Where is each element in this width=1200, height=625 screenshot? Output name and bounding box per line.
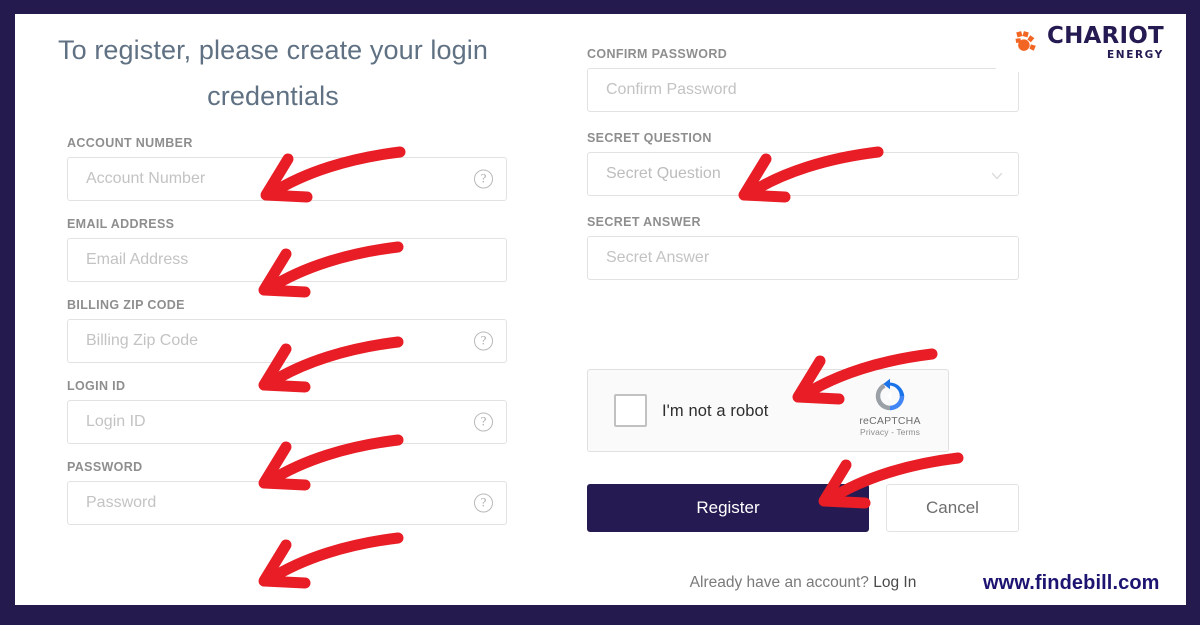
account-number-input-wrap[interactable]: ? [67, 157, 507, 201]
left-form-column: ACCOUNT NUMBER ? EMAIL ADDRESS BILLING Z… [67, 136, 507, 541]
chariot-sun-icon [1015, 31, 1036, 51]
confirm-password-input[interactable] [588, 69, 1018, 111]
help-circle-icon[interactable]: ? [474, 493, 493, 513]
recaptcha-checkbox[interactable] [614, 394, 647, 427]
logo-wordmark: CHARIOT ENERGY [1047, 25, 1164, 61]
recaptcha-brand-text: reCAPTCHA [859, 415, 921, 427]
log-in-link[interactable]: Log In [873, 574, 916, 591]
label-confirm-password: CONFIRM PASSWORD [587, 47, 728, 61]
login-prompt-text: Already have an account? [689, 574, 869, 591]
form-actions: Register Cancel [587, 484, 1019, 532]
recaptcha-terms-text[interactable]: Privacy - Terms [847, 427, 933, 438]
label-billing-zip-code: BILLING ZIP CODE [67, 298, 185, 312]
label-login-id: LOGIN ID [67, 379, 126, 393]
login-id-input-wrap[interactable]: ? [67, 400, 507, 444]
password-input[interactable] [68, 482, 506, 524]
logo-brand-tagline: ENERGY [1107, 49, 1164, 62]
label-email-address: EMAIL ADDRESS [67, 217, 175, 231]
chevron-down-icon[interactable] [991, 170, 1003, 182]
recaptcha-logo-icon [875, 378, 905, 411]
label-account-number: ACCOUNT NUMBER [67, 136, 193, 150]
findebill-watermark: www.findebill.com [983, 572, 1160, 594]
recaptcha-branding: reCAPTCHA Privacy - Terms [847, 378, 933, 438]
email-address-input-wrap[interactable] [67, 238, 507, 282]
label-secret-question: SECRET QUESTION [587, 131, 712, 145]
confirm-password-input-wrap[interactable] [587, 68, 1019, 112]
cancel-button[interactable]: Cancel [886, 484, 1019, 532]
chariot-energy-logo: CHARIOT ENERGY [996, 14, 1172, 72]
secret-question-value[interactable]: Secret Question [588, 153, 1018, 195]
registration-screenshot: To register, please create your login cr… [0, 0, 1200, 625]
field-password: PASSWORD ? [67, 460, 507, 525]
help-circle-icon[interactable]: ? [474, 412, 493, 432]
help-circle-icon[interactable]: ? [474, 169, 493, 189]
secret-answer-input-wrap[interactable] [587, 236, 1019, 280]
field-secret-question: SECRET QUESTION Secret Question [587, 131, 1019, 196]
right-form-column: CONFIRM PASSWORD SECRET QUESTION Secret … [587, 47, 1019, 296]
login-id-input[interactable] [68, 401, 506, 443]
recaptcha-label: I'm not a robot [662, 402, 769, 420]
email-address-input[interactable] [68, 239, 506, 281]
password-input-wrap[interactable]: ? [67, 481, 507, 525]
label-password: PASSWORD [67, 460, 143, 474]
secret-question-select[interactable]: Secret Question [587, 152, 1019, 196]
help-circle-icon[interactable]: ? [474, 331, 493, 351]
field-billing-zip-code: BILLING ZIP CODE ? [67, 298, 507, 363]
logo-brand-name: CHARIOT [1047, 23, 1164, 50]
registration-page: To register, please create your login cr… [15, 14, 1186, 605]
recaptcha-widget[interactable]: I'm not a robot reCAPTCHA Privacy - Term… [587, 369, 949, 452]
field-confirm-password: CONFIRM PASSWORD [587, 47, 1019, 112]
label-secret-answer: SECRET ANSWER [587, 215, 701, 229]
login-prompt: Already have an account? Log In [587, 574, 1019, 592]
field-email-address: EMAIL ADDRESS [67, 217, 507, 282]
billing-zip-code-input[interactable] [68, 320, 506, 362]
page-title: To register, please create your login cr… [58, 35, 488, 111]
field-account-number: ACCOUNT NUMBER ? [67, 136, 507, 201]
registration-form: To register, please create your login cr… [15, 14, 1186, 605]
field-login-id: LOGIN ID ? [67, 379, 507, 444]
field-secret-answer: SECRET ANSWER [587, 215, 1019, 280]
secret-answer-input[interactable] [588, 237, 1018, 279]
billing-zip-code-input-wrap[interactable]: ? [67, 319, 507, 363]
register-button[interactable]: Register [587, 484, 869, 532]
account-number-input[interactable] [68, 158, 506, 200]
